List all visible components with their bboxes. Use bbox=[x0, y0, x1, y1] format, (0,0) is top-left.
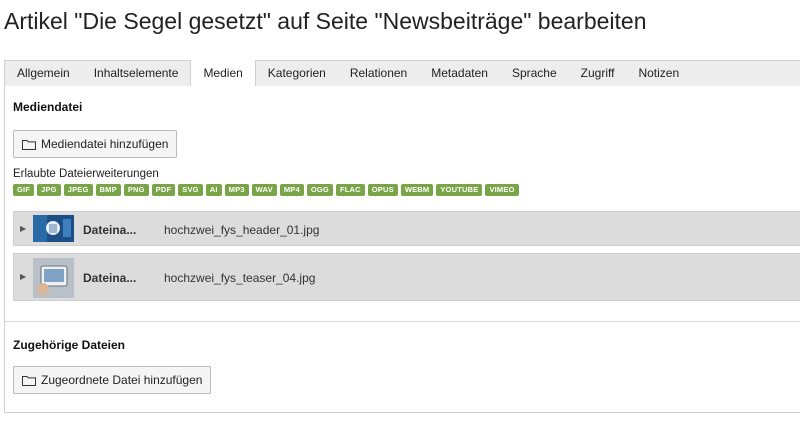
file-name: hochzwei_fys_header_01.jpg bbox=[164, 223, 320, 237]
extension-badge: OGG bbox=[306, 184, 333, 196]
tab-inhaltselemente[interactable]: Inhaltselemente bbox=[82, 61, 191, 86]
extension-badge: WAV bbox=[251, 184, 277, 196]
media-section-title: Mediendatei bbox=[13, 100, 83, 114]
tab-panel-medien: Mediendatei Mediendatei hinzufügen Erlau… bbox=[4, 86, 800, 413]
extension-badge: JPG bbox=[37, 184, 61, 196]
tab-metadaten[interactable]: Metadaten bbox=[419, 61, 500, 86]
extension-badge: WEBM bbox=[400, 184, 434, 196]
folder-icon bbox=[22, 139, 36, 150]
folder-icon bbox=[22, 375, 36, 386]
file-thumbnail bbox=[33, 215, 74, 242]
add-media-button[interactable]: Mediendatei hinzufügen bbox=[13, 130, 178, 158]
extension-badge: SVG bbox=[178, 184, 203, 196]
tab-sprache[interactable]: Sprache bbox=[500, 61, 569, 86]
extension-badge: PDF bbox=[151, 184, 176, 196]
tab-kategorien[interactable]: Kategorien bbox=[256, 61, 338, 86]
extension-badge: MP3 bbox=[224, 184, 249, 196]
extension-badges: GIF JPG JPEG BMP PNG PDF SVG AI MP3 WAV … bbox=[13, 184, 519, 196]
extension-badge: JPEG bbox=[63, 184, 93, 196]
tab-medien[interactable]: Medien bbox=[190, 60, 256, 87]
expand-caret-icon[interactable]: ▶ bbox=[20, 224, 26, 233]
add-related-file-button[interactable]: Zugeordnete Datei hinzufügen bbox=[13, 366, 212, 394]
extension-badge: FLAC bbox=[335, 184, 365, 196]
media-file-row[interactable]: ▶ Dateina... hochzwei_fys_teaser_04.jpg bbox=[13, 253, 800, 301]
page-title: Artikel "Die Segel gesetzt" auf Seite "N… bbox=[4, 8, 647, 34]
file-thumbnail bbox=[33, 258, 74, 298]
extension-badge: YOUTUBE bbox=[436, 184, 483, 196]
tab-bar: Allgemein Inhaltselemente Medien Kategor… bbox=[4, 60, 800, 87]
extension-badge: PNG bbox=[123, 184, 149, 196]
file-label: Dateina... bbox=[83, 223, 137, 237]
tab-relationen[interactable]: Relationen bbox=[338, 61, 419, 86]
tab-allgemein[interactable]: Allgemein bbox=[5, 61, 82, 86]
extension-badge: GIF bbox=[13, 184, 35, 196]
tab-notizen[interactable]: Notizen bbox=[626, 61, 691, 86]
extension-badge: OPUS bbox=[367, 184, 398, 196]
media-file-row[interactable]: ▶ Dateina... hochzwei_fys_header_01.jpg bbox=[13, 211, 800, 246]
file-name: hochzwei_fys_teaser_04.jpg bbox=[164, 271, 316, 285]
add-media-label: Mediendatei hinzufügen bbox=[41, 137, 169, 151]
tab-zugriff[interactable]: Zugriff bbox=[569, 61, 627, 86]
extension-badge: VIMEO bbox=[485, 184, 519, 196]
extension-badge: MP4 bbox=[279, 184, 304, 196]
related-files-section-title: Zugehörige Dateien bbox=[13, 338, 126, 352]
file-label: Dateina... bbox=[83, 271, 137, 285]
allowed-extensions-label: Erlaubte Dateierweiterungen bbox=[13, 168, 159, 180]
section-divider bbox=[5, 321, 800, 322]
add-related-file-label: Zugeordnete Datei hinzufügen bbox=[41, 373, 203, 387]
extension-badge: BMP bbox=[95, 184, 121, 196]
extension-badge: AI bbox=[205, 184, 222, 196]
expand-caret-icon[interactable]: ▶ bbox=[20, 272, 26, 281]
